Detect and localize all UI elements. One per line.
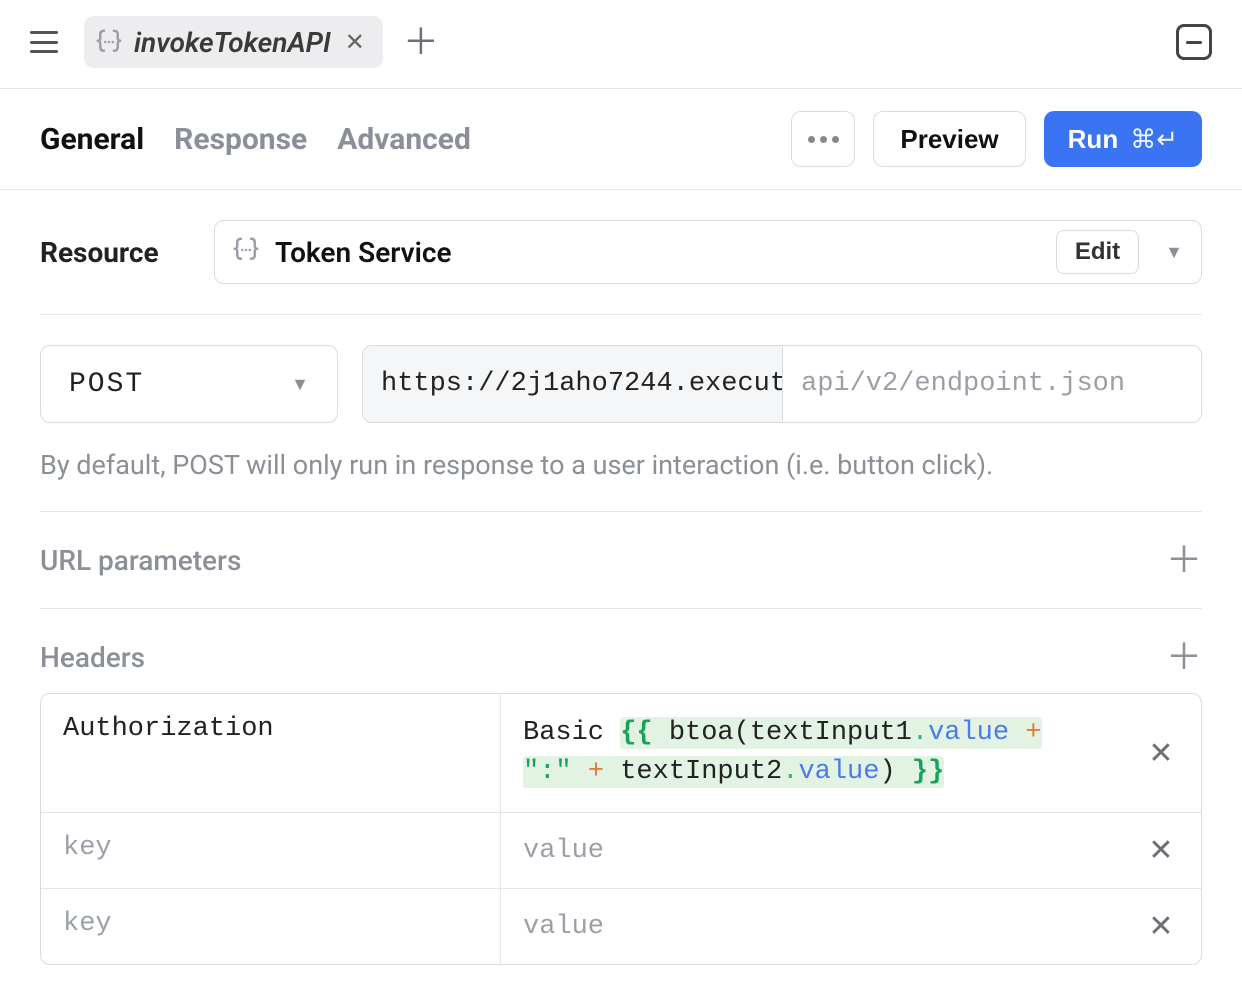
divider <box>40 314 1202 315</box>
form-body: Resource Token Service Edit ▼ POST ▼ h <box>0 190 1242 1005</box>
run-button[interactable]: Run ⌘↵ <box>1044 111 1202 167</box>
headers-section: Headers ＋ <box>40 639 1202 675</box>
request-hint: By default, POST will only run in respon… <box>40 449 1202 481</box>
braces-icon <box>94 27 124 57</box>
resource-name: Token Service <box>275 236 1042 269</box>
config-header: General Response Advanced Preview Run ⌘↵ <box>0 89 1242 190</box>
topbar: invokeTokenAPI ✕ ＋ <box>0 0 1242 89</box>
query-tab[interactable]: invokeTokenAPI ✕ <box>84 16 383 68</box>
menu-icon[interactable] <box>30 31 58 53</box>
header-value-input[interactable]: value <box>501 889 1121 964</box>
preview-button[interactable]: Preview <box>873 111 1025 167</box>
more-options-button[interactable] <box>791 111 855 167</box>
divider <box>40 608 1202 609</box>
headers-table: Authorization Basic {{ btoa(textInput1.v… <box>40 693 1202 965</box>
divider <box>40 511 1202 512</box>
ellipsis-icon <box>808 136 839 143</box>
run-label: Run <box>1068 124 1119 155</box>
resource-label: Resource <box>40 236 190 269</box>
header-value-input[interactable]: Basic {{ btoa(textInput1.value +":" + te… <box>501 694 1121 812</box>
header-row: key value ✕ <box>41 889 1201 964</box>
tab-advanced[interactable]: Advanced <box>337 122 471 157</box>
delete-header-icon[interactable]: ✕ <box>1121 694 1201 812</box>
header-value-input[interactable]: value <box>501 813 1121 888</box>
add-header-icon[interactable]: ＋ <box>1166 639 1202 675</box>
tab-response[interactable]: Response <box>174 122 307 157</box>
section-title: Headers <box>40 641 145 674</box>
braces-icon <box>231 235 261 269</box>
tab-general[interactable]: General <box>40 122 144 157</box>
tab-title: invokeTokenAPI <box>134 26 331 59</box>
add-url-param-icon[interactable]: ＋ <box>1166 542 1202 578</box>
config-tabs: General Response Advanced <box>40 122 471 157</box>
header-key-input[interactable]: key <box>41 813 501 888</box>
section-title: URL parameters <box>40 544 241 577</box>
header-row: key value ✕ <box>41 813 1201 889</box>
delete-header-icon[interactable]: ✕ <box>1121 889 1201 964</box>
edit-resource-button[interactable]: Edit <box>1056 230 1139 274</box>
header-row: Authorization Basic {{ btoa(textInput1.v… <box>41 694 1201 813</box>
header-key-input[interactable]: Authorization <box>41 694 501 812</box>
chevron-down-icon[interactable]: ▼ <box>1159 242 1189 263</box>
resource-row: Resource Token Service Edit ▼ <box>40 220 1202 284</box>
resource-select[interactable]: Token Service Edit ▼ <box>214 220 1202 284</box>
method-value: POST <box>69 369 144 400</box>
url-path-input[interactable] <box>783 346 1201 422</box>
url-group: https://2j1aho7244.execut <box>362 345 1202 423</box>
url-params-section: URL parameters ＋ <box>40 542 1202 578</box>
base-url: https://2j1aho7244.execut <box>363 346 783 422</box>
collapse-panel-icon[interactable] <box>1176 24 1212 60</box>
method-select[interactable]: POST ▼ <box>40 345 338 423</box>
run-shortcut: ⌘↵ <box>1130 124 1178 155</box>
chevron-down-icon: ▼ <box>285 374 315 395</box>
request-row: POST ▼ https://2j1aho7244.execut <box>40 345 1202 423</box>
delete-header-icon[interactable]: ✕ <box>1121 813 1201 888</box>
add-tab-icon[interactable]: ＋ <box>403 24 439 60</box>
close-icon[interactable]: ✕ <box>341 28 369 56</box>
header-value-expression: Basic {{ btoa(textInput1.value +":" + te… <box>523 714 1042 792</box>
header-key-input[interactable]: key <box>41 889 501 964</box>
